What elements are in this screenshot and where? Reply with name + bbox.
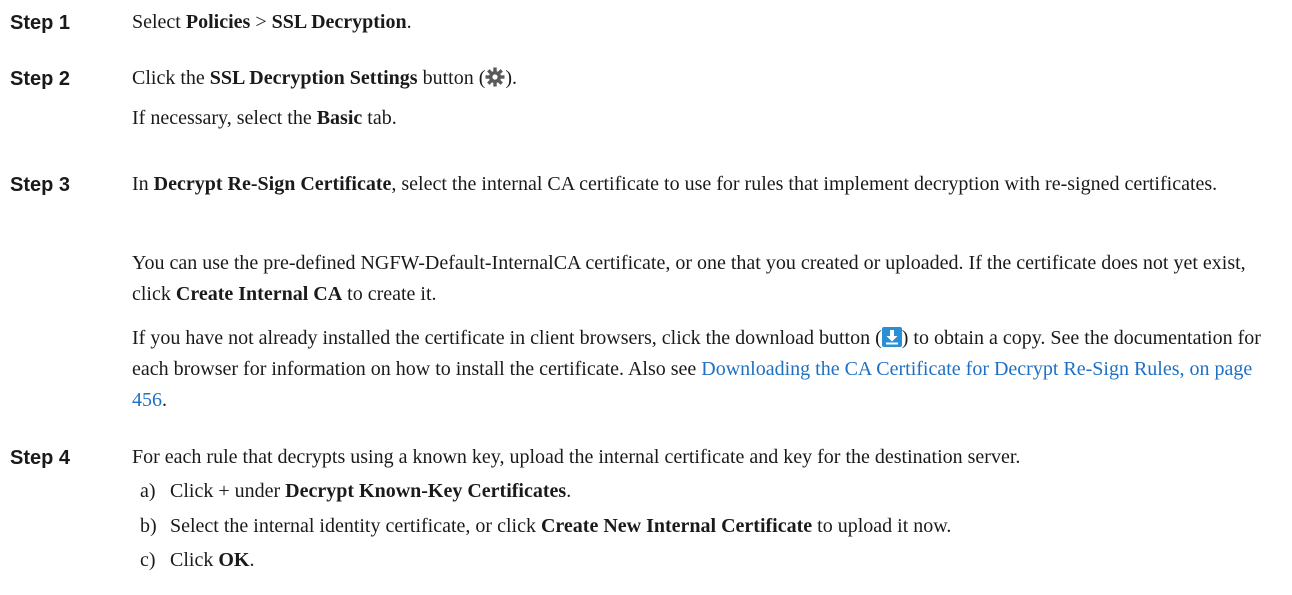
text: In — [132, 173, 154, 195]
text: Click the — [132, 67, 210, 89]
substep-letter: b) — [140, 515, 157, 537]
step-label: Step 1 — [10, 12, 71, 34]
text: . — [249, 549, 255, 571]
ok-term: OK — [218, 549, 250, 571]
step-4-substep-b: b) Select the internal identity certifica… — [140, 511, 1290, 541]
decrypt-resign-certificate-term: Decrypt Re-Sign Certificate — [153, 173, 392, 195]
substep-letter: c) — [140, 549, 156, 571]
step-3-text: In Decrypt Re-Sign Certificate, select t… — [132, 169, 1282, 200]
create-new-internal-certificate-term: Create New Internal Certificate — [540, 515, 813, 537]
step-label: Step 4 — [10, 447, 71, 469]
create-internal-ca-term: Create Internal CA — [175, 283, 343, 305]
text: button ( — [417, 67, 486, 89]
text: Click + under — [170, 480, 286, 502]
policies-term: Policies — [185, 11, 251, 33]
text: to upload it now. — [812, 515, 952, 537]
text: ). — [505, 67, 518, 89]
text: > — [250, 11, 272, 33]
text: . — [406, 11, 412, 33]
text: If you have not already installed the ce… — [132, 327, 882, 349]
text: Select — [132, 11, 186, 33]
decrypt-known-key-certificates-term: Decrypt Known-Key Certificates — [285, 480, 567, 502]
text: Click — [170, 549, 219, 571]
text: If necessary, select the — [132, 107, 317, 129]
download-icon — [881, 326, 902, 347]
gear-icon — [485, 66, 505, 87]
ssl-decryption-settings-term: SSL Decryption Settings — [209, 67, 418, 89]
substep-letter: a) — [140, 480, 156, 502]
ssl-decryption-term: SSL Decryption — [271, 11, 407, 33]
text: For each rule that decrypts using a know… — [132, 446, 1021, 468]
step-label: Step 2 — [10, 68, 71, 90]
step-3-note-1: You can use the pre-defined NGFW-Default… — [132, 248, 1282, 310]
text: to create it. — [342, 283, 437, 305]
step-3-note-2: If you have not already installed the ce… — [132, 323, 1282, 416]
text: tab. — [362, 107, 397, 129]
step-4-text: For each rule that decrypts using a know… — [132, 442, 1282, 473]
text: . — [162, 389, 167, 411]
text: Select the internal identity certificate… — [170, 515, 541, 537]
step-4-substep-c: c) Click OK. — [140, 545, 1290, 575]
text: . — [566, 480, 572, 502]
step-4-substep-a: a) Click + under Decrypt Known-Key Certif… — [140, 476, 1290, 506]
basic-term: Basic — [316, 107, 363, 129]
step-1-text: Select Policies > SSL Decryption. — [132, 7, 1282, 38]
step-label: Step 3 — [10, 174, 71, 196]
step-2-text: Click the SSL Decryption Settings button… — [132, 63, 1282, 94]
text: , select the internal CA certificate to … — [391, 173, 1218, 195]
step-2-note: If necessary, select the Basic tab. — [132, 103, 1282, 134]
